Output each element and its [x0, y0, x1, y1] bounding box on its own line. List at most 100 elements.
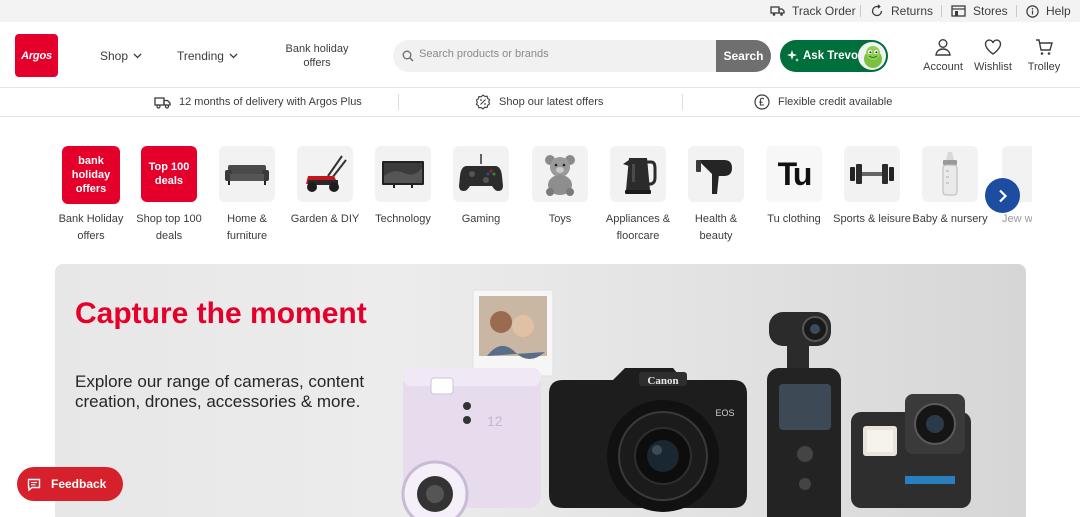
category-gaming[interactable]: Gaming — [442, 146, 520, 228]
category-garden-diy[interactable]: Garden & DIY — [286, 146, 364, 228]
search-bar — [393, 40, 771, 72]
nav-shop-label: Shop — [100, 49, 129, 63]
hairdryer-icon — [688, 146, 744, 202]
nav-shop[interactable]: Shop — [100, 49, 142, 63]
gimbal-camera — [767, 312, 841, 517]
logo-text: Argos — [21, 49, 52, 62]
utility-bar: Track Order Returns Stores Help — [0, 0, 1080, 22]
nav-trending[interactable]: Trending — [177, 49, 238, 63]
divider — [1016, 5, 1017, 17]
wishlist-label: Wishlist — [974, 61, 1012, 73]
hero-subtitle: Explore our range of cameras, content cr… — [75, 372, 365, 411]
returns-icon — [871, 4, 883, 17]
nav-trending-label: Trending — [177, 49, 224, 63]
svg-text:12: 12 — [487, 413, 503, 429]
hero-banner[interactable]: Capture the moment Explore our range of … — [55, 264, 1026, 517]
lawnmower-icon — [297, 146, 353, 202]
sparkle-icon — [787, 50, 799, 62]
feedback-button[interactable]: Feedback — [17, 467, 123, 501]
category-home-furniture[interactable]: Home & furniture — [208, 146, 286, 245]
returns-link[interactable]: Returns — [870, 0, 933, 22]
category-label: Appliances & floorcare — [605, 213, 671, 242]
hero-title: Capture the moment — [75, 297, 367, 330]
instant-camera: 12 — [401, 368, 541, 517]
category-appliances-floorcare[interactable]: Appliances & floorcare — [599, 146, 677, 245]
offer-badge-icon — [475, 94, 491, 110]
track-order-link[interactable]: Track Order — [770, 0, 856, 22]
category-tu-clothing[interactable]: Tu Tu clothing — [755, 146, 833, 228]
ask-trevor-label: Ask Trevor — [803, 50, 863, 62]
category-technology[interactable]: Technology — [364, 146, 442, 228]
divider — [941, 5, 942, 17]
instant-photo-print — [472, 289, 554, 377]
category-label: Sports & leisure — [833, 213, 911, 225]
canon-camera: Canon EOS — [549, 368, 747, 512]
chevron-right-icon — [998, 189, 1007, 202]
camera-products-image: 12 Canon EOS — [401, 289, 971, 517]
nav-bank-holiday-offers[interactable]: Bank holiday offers — [282, 42, 352, 70]
benefit-credit[interactable]: Flexible credit available — [754, 88, 892, 116]
track-order-label: Track Order — [792, 4, 856, 18]
trevor-avatar — [858, 42, 886, 70]
store-icon — [951, 5, 966, 17]
trolley-icon — [1036, 39, 1053, 55]
category-sports-leisure[interactable]: Sports & leisure — [833, 146, 911, 228]
chat-bubble-icon — [27, 478, 41, 491]
category-top-100-deals[interactable]: Top 100 deals Shop top 100 deals — [130, 146, 208, 245]
chevron-down-icon — [133, 53, 142, 59]
tv-icon — [375, 146, 431, 202]
benefit-label: 12 months of delivery with Argos Plus — [179, 96, 362, 108]
benefit-delivery[interactable]: 12 months of delivery with Argos Plus — [154, 88, 362, 116]
stores-label: Stores — [973, 4, 1008, 18]
carousel-next-button[interactable] — [985, 178, 1020, 213]
trolley-link[interactable]: Trolley — [1018, 38, 1070, 73]
category-label: Home & furniture — [226, 213, 268, 242]
truck-icon — [154, 96, 171, 109]
person-icon — [935, 39, 951, 56]
help-link[interactable]: Help — [1026, 0, 1071, 22]
category-label: Tu clothing — [767, 213, 821, 225]
baby-bottle-icon — [922, 146, 978, 202]
category-label: Bank Holiday offers — [58, 213, 124, 242]
benefit-offers[interactable]: Shop our latest offers — [475, 88, 603, 116]
top-100-tile: Top 100 deals — [141, 146, 197, 202]
dumbbell-icon — [844, 146, 900, 202]
help-label: Help — [1046, 4, 1071, 18]
returns-label: Returns — [891, 4, 934, 18]
category-health-beauty[interactable]: Health & beauty — [677, 146, 755, 245]
feedback-label: Feedback — [51, 477, 107, 491]
search-icon — [402, 50, 414, 62]
category-label: Toys — [548, 213, 572, 225]
category-label: Baby & nursery — [912, 213, 988, 225]
trolley-label: Trolley — [1027, 61, 1061, 73]
wishlist-link[interactable]: Wishlist — [967, 38, 1019, 73]
category-label: Jew w — [1002, 213, 1032, 225]
search-button[interactable]: Search — [716, 40, 771, 72]
account-label: Account — [923, 61, 963, 73]
category-label: Shop top 100 deals — [136, 213, 202, 242]
benefit-label: Shop our latest offers — [499, 96, 604, 108]
kettle-icon — [610, 146, 666, 202]
category-label: Health & beauty — [694, 213, 738, 242]
category-bank-holiday-offers[interactable]: bank holiday offers Bank Holiday offers — [52, 146, 130, 245]
sofa-icon — [219, 146, 275, 202]
divider — [682, 94, 683, 110]
category-baby-nursery[interactable]: Baby & nursery — [911, 146, 989, 228]
tu-logo-icon: Tu — [766, 146, 822, 202]
benefit-label: Flexible credit available — [778, 96, 893, 108]
search-input[interactable] — [419, 48, 699, 60]
account-link[interactable]: Account — [917, 38, 969, 73]
stores-link[interactable]: Stores — [951, 0, 1008, 22]
chevron-down-icon — [229, 53, 238, 59]
category-label: Garden & DIY — [290, 213, 360, 225]
divider — [398, 94, 399, 110]
truck-icon — [770, 6, 785, 16]
argos-logo[interactable]: Argos — [15, 34, 58, 77]
category-label: Gaming — [461, 213, 501, 225]
camera-brand: Canon — [647, 375, 678, 387]
category-toys[interactable]: Toys — [521, 146, 599, 228]
divider — [860, 5, 861, 17]
bank-holiday-tile: bank holiday offers — [62, 146, 120, 204]
teddy-bear-icon — [532, 146, 588, 202]
ask-trevor-button[interactable]: Ask Trevor — [780, 40, 888, 72]
